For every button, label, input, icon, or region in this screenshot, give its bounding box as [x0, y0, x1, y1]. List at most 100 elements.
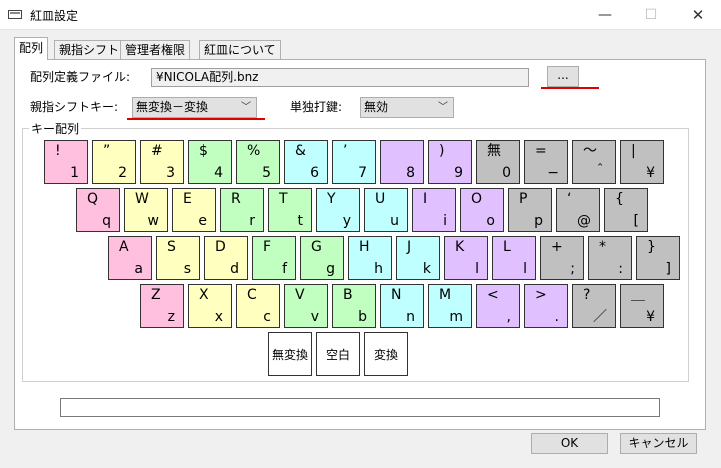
key-lower-label: z: [167, 309, 175, 325]
key-0-3[interactable]: $4: [188, 140, 232, 184]
key-upper-label: }: [647, 239, 656, 255]
close-button[interactable]: ✕: [675, 0, 721, 30]
key-1-7[interactable]: Ii: [412, 188, 456, 232]
key-3-7[interactable]: <,: [476, 284, 520, 328]
key-1-0[interactable]: Qq: [76, 188, 120, 232]
key-upper-label: I: [423, 191, 428, 207]
single-key-select[interactable]: 無効 ﹀: [360, 97, 454, 118]
thumb-shift-select[interactable]: 無変換－変換 ﹀: [132, 97, 257, 118]
key-0-0[interactable]: ! 1: [44, 140, 88, 184]
key-0-8[interactable]: ) 9: [428, 140, 472, 184]
thumb-key-muhenkan[interactable]: 無変換: [268, 332, 312, 376]
chevron-down-icon: ﹀: [438, 102, 448, 113]
key-3-6[interactable]: Mm: [428, 284, 472, 328]
key-1-4[interactable]: Tt: [268, 188, 312, 232]
layout-file-field[interactable]: ¥NICOLA配列.bnz: [151, 68, 529, 87]
key-upper-label: H: [359, 239, 370, 255]
key-lower-label: [: [633, 213, 639, 229]
key-2-5[interactable]: Hh: [348, 236, 392, 280]
key-0-9[interactable]: 無0: [476, 140, 520, 184]
key-upper-label: O: [471, 191, 483, 207]
key-upper-label: B: [343, 287, 353, 303]
single-key-label: 単独打鍵:: [290, 100, 343, 114]
key-3-4[interactable]: Bb: [332, 284, 376, 328]
maximize-button[interactable]: ☐: [628, 0, 674, 30]
thumb-key-space[interactable]: 空白: [316, 332, 360, 376]
key-3-10[interactable]: ＿ ¥: [620, 284, 664, 328]
key-lower-label: h: [374, 261, 383, 277]
key-1-11[interactable]: {[: [604, 188, 648, 232]
key-lower-label: ,: [506, 309, 511, 325]
key-upper-label: =: [535, 143, 547, 159]
key-1-3[interactable]: Rr: [220, 188, 264, 232]
key-upper-label: R: [231, 191, 241, 207]
key-3-5[interactable]: Nn: [380, 284, 424, 328]
key-lower-label: y: [342, 213, 351, 229]
key-3-1[interactable]: Xx: [188, 284, 232, 328]
key-1-9[interactable]: Pp: [508, 188, 552, 232]
key-upper-label: #: [151, 143, 163, 159]
key-3-8[interactable]: >.: [524, 284, 568, 328]
tab-layout[interactable]: 配列: [14, 37, 49, 60]
key-upper-label: J: [407, 239, 412, 255]
key-1-1[interactable]: Ww: [124, 188, 168, 232]
key-3-9[interactable]: ? ／: [572, 284, 616, 328]
key-2-11[interactable]: }]: [636, 236, 680, 280]
window-title: 紅皿設定: [30, 9, 79, 23]
key-upper-label: L: [503, 239, 511, 255]
key-0-10[interactable]: = −: [524, 140, 568, 184]
key-2-6[interactable]: Jk: [396, 236, 440, 280]
key-2-7[interactable]: Kl: [444, 236, 488, 280]
key-0-12[interactable]: | ¥: [620, 140, 664, 184]
key-0-11[interactable]: ～ ＾: [572, 140, 616, 184]
thumb-key-henkan[interactable]: 変換: [364, 332, 408, 376]
key-upper-label: ?: [583, 287, 591, 303]
key-upper-label: $: [199, 143, 208, 159]
key-3-0[interactable]: Zz: [140, 284, 184, 328]
key-lower-label: −: [547, 165, 559, 181]
key-upper-label: !: [55, 143, 61, 159]
tab-thumb-shift[interactable]: 親指シフト: [54, 40, 125, 59]
key-lower-label: l: [475, 261, 479, 277]
key-lower-label: ＾: [593, 165, 607, 181]
tab-about[interactable]: 紅皿について: [199, 40, 281, 59]
key-1-6[interactable]: Uu: [364, 188, 408, 232]
key-0-5[interactable]: & 6: [284, 140, 328, 184]
key-2-4[interactable]: Gg: [300, 236, 344, 280]
key-3-3[interactable]: Vv: [284, 284, 328, 328]
app-window-icon: [8, 10, 22, 19]
key-lower-label: n: [406, 309, 415, 325]
key-2-9[interactable]: +;: [540, 236, 584, 280]
key-2-10[interactable]: *:: [588, 236, 632, 280]
key-lower-label: l: [523, 261, 527, 277]
key-0-1[interactable]: ” 2: [92, 140, 136, 184]
key-2-2[interactable]: Dd: [204, 236, 248, 280]
key-upper-label: F: [263, 239, 272, 255]
ok-button[interactable]: OK: [531, 433, 608, 454]
key-lower-label: r: [249, 213, 255, 229]
key-2-8[interactable]: Ll: [492, 236, 536, 280]
key-3-2[interactable]: Cc: [236, 284, 280, 328]
key-2-0[interactable]: Aa: [108, 236, 152, 280]
key-0-6[interactable]: ’ 7: [332, 140, 376, 184]
minimize-button[interactable]: —: [582, 0, 628, 30]
key-1-2[interactable]: Ee: [172, 188, 216, 232]
key-1-8[interactable]: Oo: [460, 188, 504, 232]
key-0-4[interactable]: % 5: [236, 140, 280, 184]
key-1-5[interactable]: Yy: [316, 188, 360, 232]
key-layout-title: キー配列: [29, 120, 82, 137]
key-upper-label: 無: [487, 143, 501, 159]
key-lower-label: x: [214, 309, 223, 325]
tab-admin[interactable]: 管理者権限: [120, 40, 191, 59]
key-upper-label: D: [215, 239, 226, 255]
key-lower-label: 4: [214, 165, 223, 181]
key-1-10[interactable]: ‘@: [556, 188, 600, 232]
key-upper-label: &: [295, 143, 306, 159]
key-2-3[interactable]: Ff: [252, 236, 296, 280]
key-0-7[interactable]: 8: [380, 140, 424, 184]
key-0-2[interactable]: #3: [140, 140, 184, 184]
key-upper-label: ): [439, 143, 445, 159]
key-2-1[interactable]: Ss: [156, 236, 200, 280]
cancel-button[interactable]: キャンセル: [620, 433, 697, 454]
browse-button[interactable]: ...: [547, 66, 579, 87]
